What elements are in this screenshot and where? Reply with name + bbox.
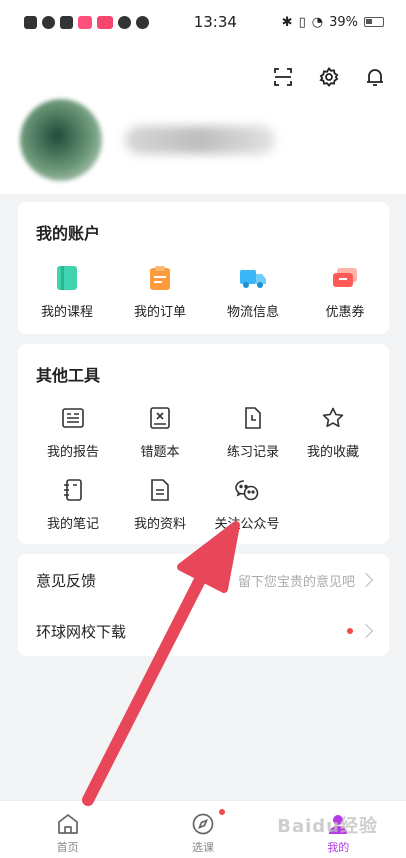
my-orders-label: 我的订单: [133, 305, 186, 320]
my-notes-button[interactable]: 我的笔记: [27, 476, 119, 532]
practice-record-button[interactable]: 练习记录: [207, 404, 299, 460]
report-icon: [59, 404, 87, 432]
nav-profile-label: 我的: [327, 841, 350, 854]
wifi-icon: ◔: [311, 14, 324, 30]
baidu-watermark: Baidu经验: [277, 816, 378, 837]
my-notes-label: 我的笔记: [46, 517, 99, 532]
nav-courses[interactable]: 选课: [135, 801, 270, 858]
app-notification-icon: [118, 15, 131, 29]
tools-title: 其他工具: [36, 366, 101, 385]
feedback-row[interactable]: 意见反馈 留下您宝贵的意见吧: [18, 555, 389, 605]
app-notification-icon: [78, 15, 92, 29]
wrong-questions-button[interactable]: 错题本: [114, 404, 206, 460]
system-indicators: ✱ ▯ ◔ 39%: [282, 15, 384, 30]
logistics-label: 物流信息: [226, 305, 279, 320]
feedback-title: 意见反馈: [36, 571, 97, 590]
settings-gear-icon[interactable]: [318, 66, 340, 88]
compass-icon: [192, 813, 214, 835]
vibrate-icon: ▯: [298, 14, 306, 30]
coupons-label: 优惠券: [325, 305, 365, 320]
battery-icon: [363, 17, 384, 27]
other-tools-card: 其他工具 我的报告 错题本 练习记录 我的收藏 我的笔记 我的资料 关注公众号: [18, 344, 389, 544]
new-badge-dot: [219, 809, 226, 815]
practice-record-icon: [239, 404, 267, 432]
nav-home-label: 首页: [56, 841, 79, 854]
my-orders-button[interactable]: 我的订单: [114, 264, 206, 320]
status-time: 13:34: [193, 13, 237, 31]
coupons-button[interactable]: 优惠券: [299, 264, 391, 320]
unread-dot: [347, 628, 353, 634]
home-icon: [57, 814, 78, 834]
chevron-right-icon: [358, 572, 374, 588]
wechat-icon: [233, 476, 261, 504]
my-materials-button[interactable]: 我的资料: [114, 476, 206, 532]
scan-icon[interactable]: [272, 66, 294, 88]
app-notification-icon: [60, 15, 73, 29]
profile-header: [0, 44, 406, 194]
app-notification-icon: [97, 15, 113, 29]
order-clipboard-icon: [146, 264, 174, 292]
battery-percent: 39%: [329, 14, 358, 30]
bluetooth-icon: ✱: [281, 14, 293, 30]
notification-icons: [24, 15, 149, 29]
app-download-row[interactable]: 环球网校下载: [18, 606, 389, 656]
my-account-card: 我的账户 我的课程 我的订单 物流信息 优惠券: [18, 202, 389, 334]
delivery-truck-icon: [239, 264, 267, 292]
app-notification-icon: [24, 15, 37, 29]
nav-home[interactable]: 首页: [0, 801, 135, 858]
username-blurred[interactable]: [125, 126, 275, 154]
header-actions: [272, 66, 386, 88]
download-title: 环球网校下载: [36, 622, 127, 641]
my-report-button[interactable]: 我的报告: [27, 404, 119, 460]
document-icon: [146, 476, 174, 504]
follow-official-account-label: 关注公众号: [214, 517, 280, 532]
app-notification-icon: [136, 15, 149, 29]
my-materials-label: 我的资料: [133, 517, 186, 532]
my-favorites-label: 我的收藏: [306, 445, 359, 460]
course-book-icon: [53, 264, 81, 292]
settings-list-card: 意见反馈 留下您宝贵的意见吧 环球网校下载: [18, 554, 389, 656]
my-report-label: 我的报告: [46, 445, 99, 460]
notification-bell-icon[interactable]: [364, 66, 386, 88]
notebook-icon: [59, 476, 87, 504]
coupon-ticket-icon: [331, 264, 359, 292]
wrong-questions-book-icon: [146, 404, 174, 432]
nav-courses-label: 选课: [191, 841, 214, 854]
star-icon: [319, 404, 347, 432]
my-courses-button[interactable]: 我的课程: [21, 264, 113, 320]
follow-official-account-button[interactable]: 关注公众号: [201, 476, 293, 532]
account-title: 我的账户: [36, 224, 101, 243]
my-favorites-button[interactable]: 我的收藏: [287, 404, 379, 460]
logistics-button[interactable]: 物流信息: [207, 264, 299, 320]
status-bar: 13:34 ✱ ▯ ◔ 39%: [0, 0, 406, 44]
feedback-hint: 留下您宝贵的意见吧: [237, 574, 355, 590]
chevron-right-icon: [358, 623, 374, 639]
app-notification-icon: [42, 15, 55, 29]
my-courses-label: 我的课程: [40, 305, 93, 320]
wrong-questions-label: 错题本: [140, 445, 180, 460]
practice-record-label: 练习记录: [226, 445, 279, 460]
avatar[interactable]: [20, 99, 102, 181]
